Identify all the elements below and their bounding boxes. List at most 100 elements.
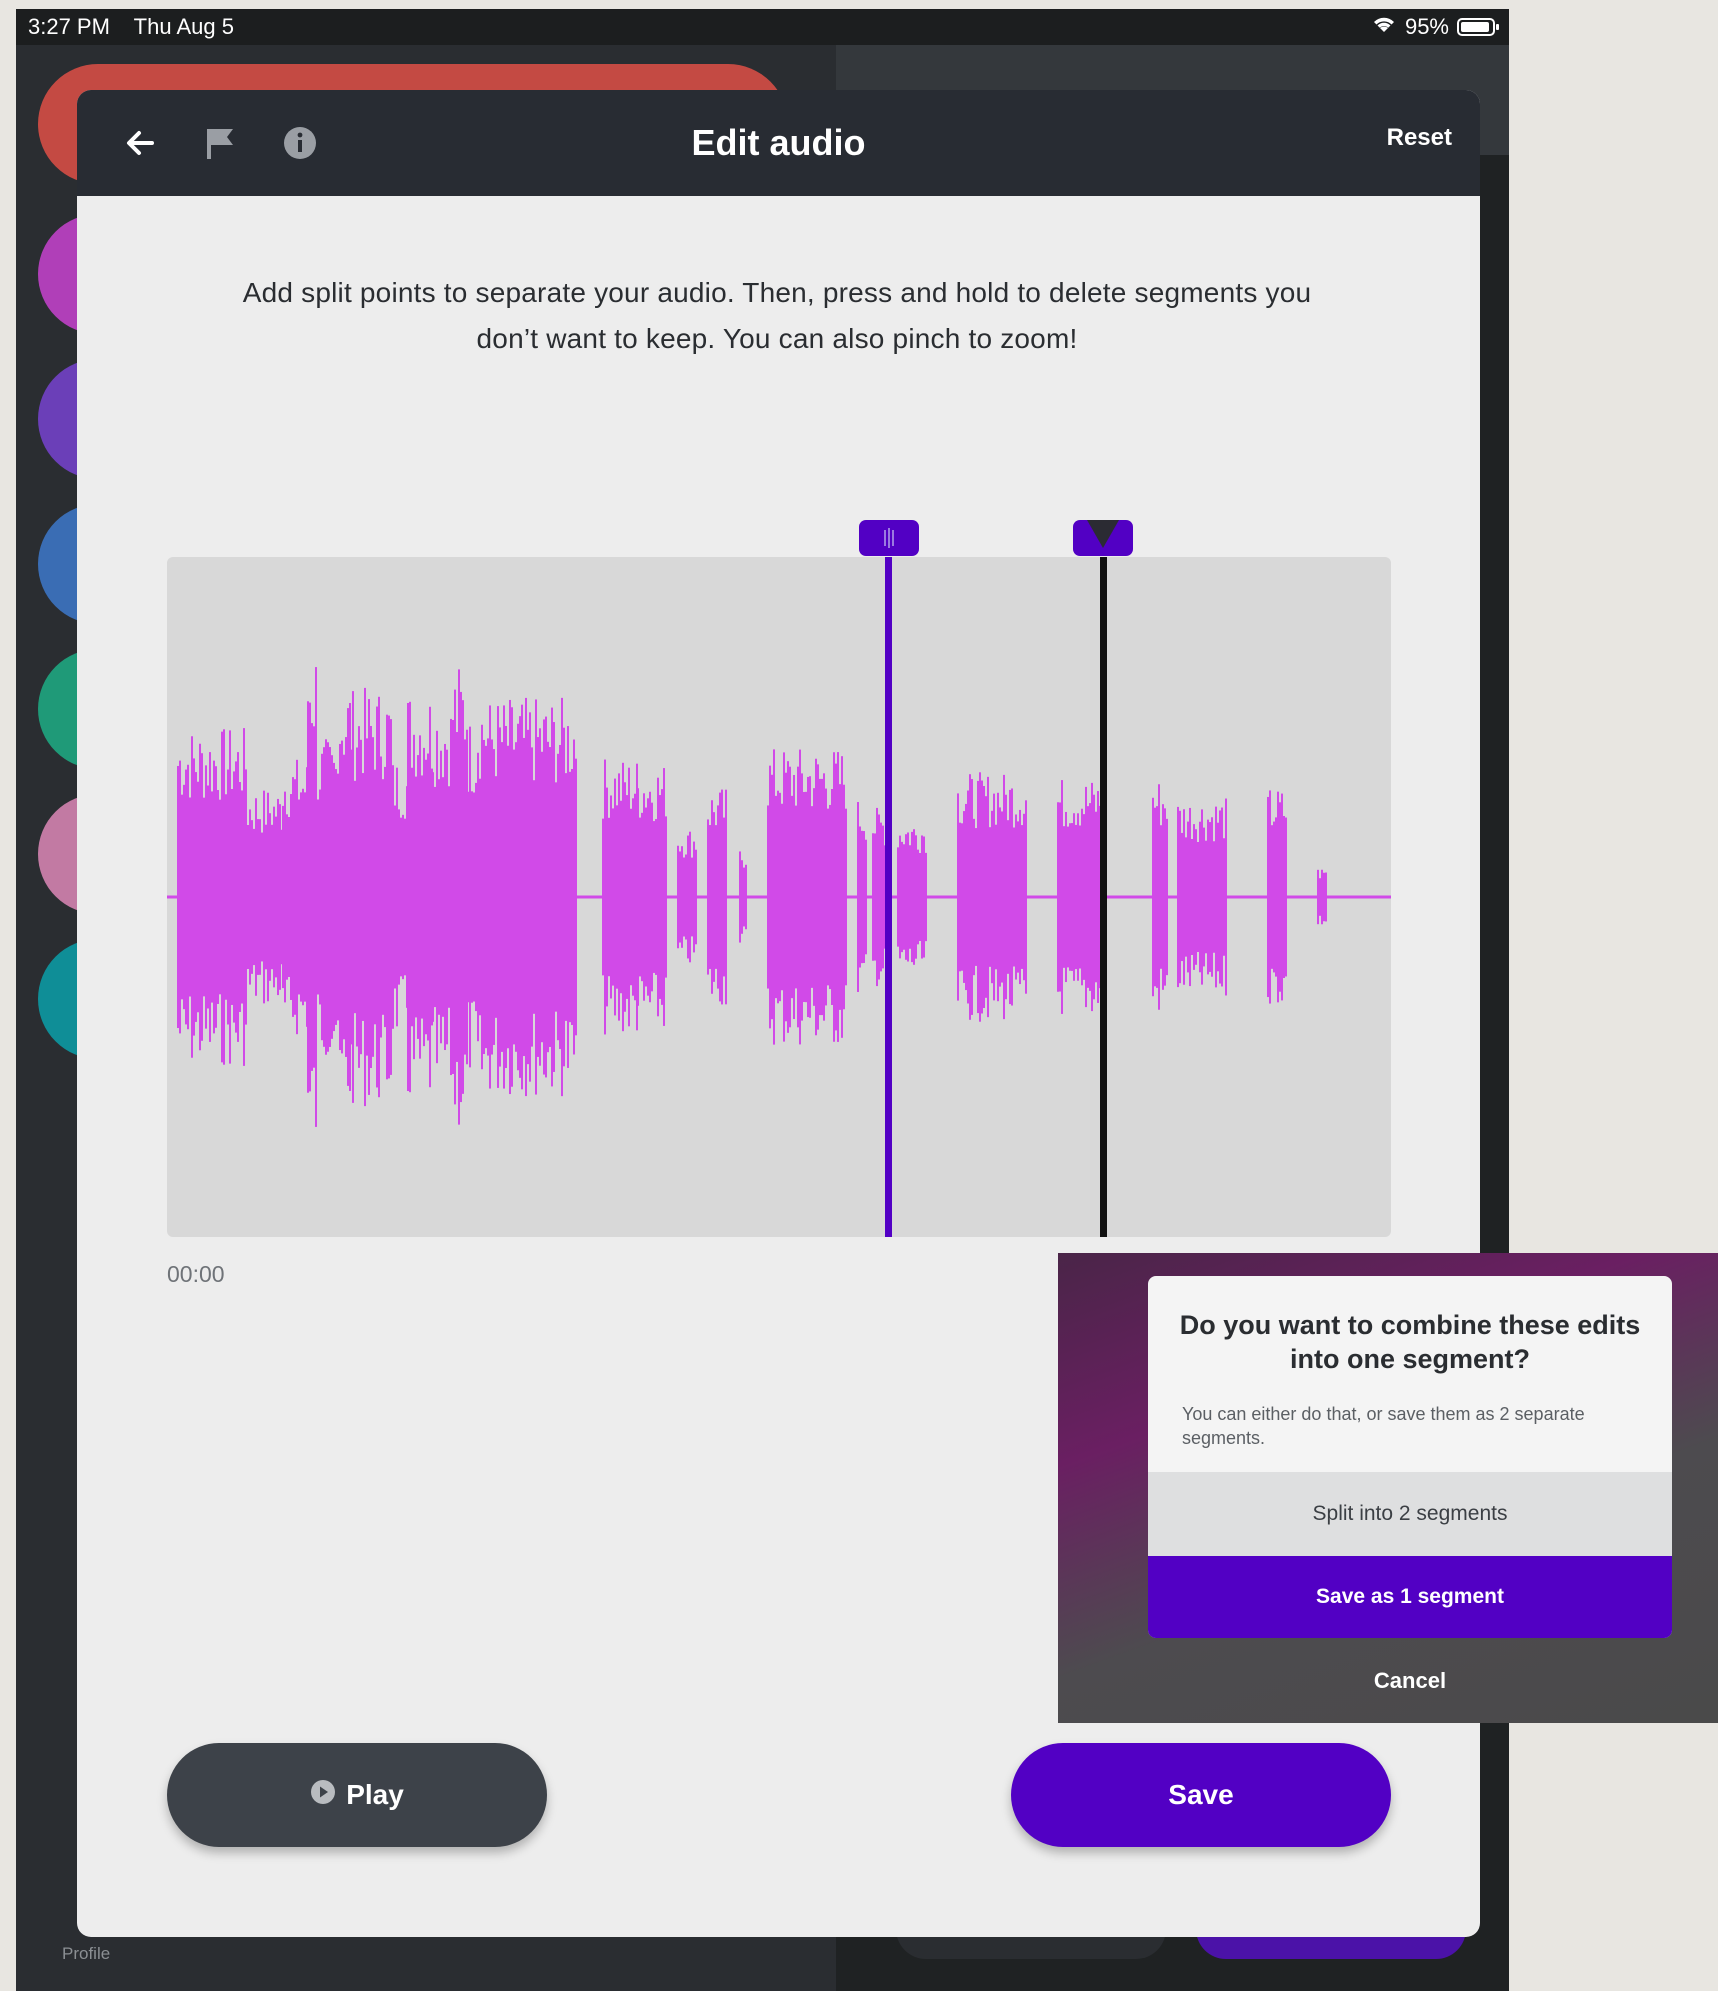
waveform-bar — [241, 790, 243, 1004]
waveform-bar — [527, 729, 529, 1065]
waveform-bar — [427, 753, 429, 1041]
waveform-bar — [919, 852, 921, 942]
waveform-bar — [878, 814, 880, 980]
waveform-bar — [819, 778, 821, 1016]
waveform-bar — [446, 749, 448, 1045]
waveform-bar — [364, 687, 366, 1107]
waveform-bar — [787, 761, 789, 1033]
waveform-bar — [1215, 806, 1217, 988]
waveform-bar — [267, 792, 269, 1002]
waveform-bar — [1211, 817, 1213, 977]
waveform-bar — [394, 805, 396, 989]
waveform-bar — [288, 816, 290, 978]
waveform-bar — [1063, 826, 1065, 968]
waveform-bar — [253, 828, 255, 966]
waveform-bar — [396, 767, 398, 1027]
waveform-bar — [1271, 825, 1273, 969]
waveform-bar — [655, 819, 657, 975]
waveform-bar — [343, 754, 345, 1040]
waveform-bar — [284, 791, 286, 1003]
waveform-editor[interactable] — [167, 520, 1391, 1237]
waveform-bar — [695, 849, 697, 945]
waveform-bar — [957, 793, 959, 1001]
waveform-bar — [791, 795, 793, 999]
waveform-bar — [205, 765, 207, 1029]
waveform-bar — [199, 743, 201, 1051]
waveform-bar — [861, 830, 863, 964]
waveform-bar — [356, 747, 358, 1047]
waveform-bar — [741, 860, 743, 934]
waveform-bar — [193, 758, 195, 1036]
waveform-bar — [386, 714, 388, 1080]
waveform-bar — [251, 820, 253, 974]
split-point-handle[interactable] — [859, 520, 919, 556]
split-point-line[interactable] — [885, 557, 892, 1237]
waveform-bar — [713, 812, 715, 982]
status-time: 3:27 PM — [28, 14, 110, 39]
waveform-bar — [429, 706, 431, 1088]
waveform-bar — [1083, 814, 1085, 980]
waveform-bar — [897, 847, 899, 947]
waveform-bar — [197, 781, 199, 1013]
waveform-bar — [545, 716, 547, 1078]
waveform-bar — [905, 834, 907, 960]
waveform-bar — [521, 704, 523, 1090]
waveform-bar — [839, 784, 841, 1010]
waveform-bar — [723, 817, 725, 977]
waveform-bar — [608, 817, 610, 977]
waveform-bar — [390, 719, 392, 1075]
waveform-bar — [378, 696, 380, 1098]
waveform-bar — [863, 831, 865, 963]
reset-button[interactable]: Reset — [1387, 124, 1452, 152]
waveform-bar — [1091, 782, 1093, 1012]
waveform-bar — [503, 705, 505, 1089]
waveform-bar — [921, 835, 923, 959]
waveform-bar — [1275, 817, 1277, 977]
waveform-bar — [231, 789, 233, 1005]
waveform-bar — [604, 759, 606, 1035]
waveform-bar — [533, 780, 535, 1014]
waveform-bar — [464, 739, 466, 1055]
waveform-bar — [913, 829, 915, 965]
waveform-bar — [352, 691, 354, 1103]
play-label: Play — [346, 1779, 404, 1810]
waveform-bar — [195, 772, 197, 1022]
waveform-bar — [319, 789, 321, 1005]
waveform-bar — [1201, 809, 1203, 985]
waveform-bar — [618, 773, 620, 1021]
waveform-bar — [368, 699, 370, 1095]
waveform-bar — [779, 792, 781, 1002]
combine-dialog: Do you want to combine these edits into … — [1148, 1276, 1672, 1638]
waveform-bar — [1225, 798, 1227, 996]
waveform-bar — [1209, 822, 1211, 972]
waveform-bar — [1003, 774, 1005, 1020]
play-button[interactable]: Play — [167, 1743, 547, 1847]
playhead-handle[interactable] — [1073, 520, 1133, 556]
waveform-bar — [349, 703, 351, 1091]
grip-icon — [884, 528, 894, 548]
playhead-line[interactable] — [1100, 557, 1107, 1237]
save-button[interactable]: Save — [1011, 1743, 1391, 1847]
waveform-bar — [203, 797, 205, 997]
waveform-bar — [917, 849, 919, 945]
waveform-bar — [257, 819, 259, 975]
waveform-bar — [1267, 796, 1269, 998]
waveform-bar — [458, 669, 460, 1125]
waveform-bar — [402, 814, 404, 980]
waveform-bar — [1025, 800, 1027, 994]
save-as-one-segment-button[interactable]: Save as 1 segment — [1148, 1556, 1672, 1638]
waveform-bar — [997, 792, 999, 1002]
combine-dialog-overlay: Do you want to combine these edits into … — [1058, 1253, 1718, 1723]
waveform-bar — [333, 762, 335, 1032]
wifi-icon — [1371, 9, 1397, 45]
cancel-button[interactable]: Cancel — [1148, 1661, 1672, 1701]
waveform-bar — [1156, 806, 1158, 988]
split-into-segments-button[interactable]: Split into 2 segments — [1148, 1472, 1672, 1556]
waveform-bar — [499, 727, 501, 1067]
waveform-bar — [191, 736, 193, 1058]
waveform-bar — [739, 851, 741, 943]
waveform-bar — [685, 854, 687, 940]
waveform-bar — [767, 805, 769, 989]
waveform-bar — [483, 739, 485, 1055]
waveform-bar — [411, 767, 413, 1027]
